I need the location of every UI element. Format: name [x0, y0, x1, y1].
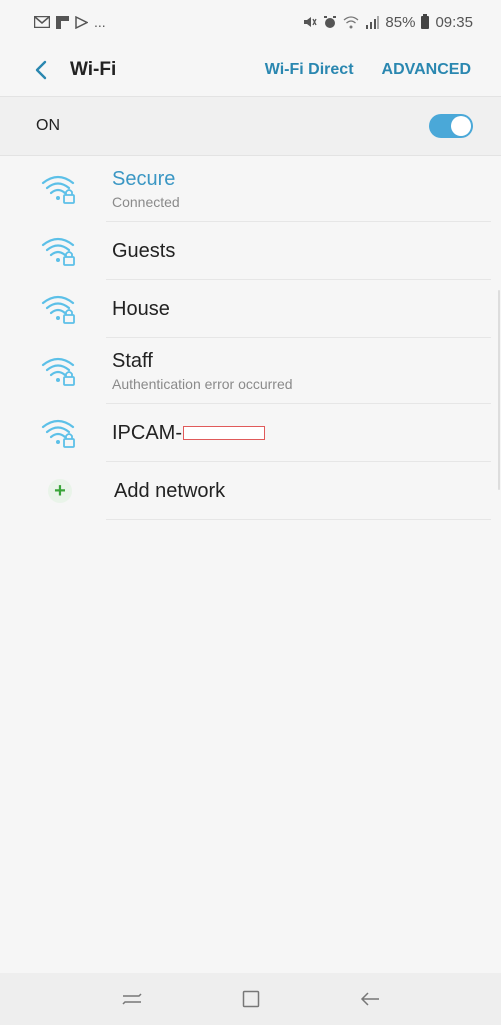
app-actions: Wi-Fi Direct ADVANCED	[265, 61, 501, 79]
signal-icon	[366, 15, 380, 29]
wifi-lock-icon	[40, 173, 80, 205]
battery-percent: 85%	[385, 13, 416, 31]
status-right: 85% 09:35	[303, 13, 473, 31]
mute-icon	[304, 17, 318, 27]
back-nav-button[interactable]	[350, 979, 390, 1019]
add-network-button[interactable]: + Add network	[0, 462, 501, 520]
wifi-toggle[interactable]	[429, 114, 473, 138]
chevron-left-icon	[35, 60, 47, 80]
back-arrow-icon	[360, 992, 379, 1006]
status-bar: ... 85% 09:35	[0, 0, 501, 44]
plus-icon: +	[48, 479, 72, 503]
network-name: Guests	[112, 239, 176, 262]
network-name: IPCAM-	[112, 421, 182, 444]
divider	[106, 519, 491, 520]
wifi-master-switch-row[interactable]: ON	[0, 97, 501, 155]
wifi-lock-icon	[40, 235, 80, 267]
toggle-knob	[451, 116, 471, 136]
advanced-button[interactable]: ADVANCED	[382, 61, 471, 79]
network-item-house[interactable]: House	[0, 280, 501, 338]
play-store-icon	[75, 15, 88, 29]
flipboard-icon	[56, 15, 69, 29]
recent-apps-button[interactable]	[112, 979, 152, 1019]
network-status: Connected	[112, 194, 180, 210]
home-icon	[242, 990, 259, 1008]
network-name: Secure	[112, 168, 176, 190]
recent-apps-icon	[121, 993, 142, 1005]
navigation-bar	[0, 973, 501, 1025]
network-item-staff[interactable]: Staff Authentication error occurred	[0, 338, 501, 404]
app-bar: Wi-Fi Wi-Fi Direct ADVANCED	[0, 44, 501, 96]
add-network-label: Add network	[114, 479, 226, 502]
status-left-icons: ...	[34, 14, 106, 30]
network-list: Secure Connected Guests House Staff Auth…	[0, 156, 501, 520]
page-title: Wi-Fi	[70, 59, 117, 80]
scrollbar[interactable]	[498, 290, 500, 490]
clock: 09:35	[435, 13, 473, 31]
network-name: House	[112, 297, 170, 320]
master-switch-label: ON	[36, 117, 60, 134]
network-status: Authentication error occurred	[112, 376, 293, 392]
battery-icon	[421, 13, 430, 29]
home-button[interactable]	[231, 979, 271, 1019]
wifi-lock-icon	[40, 417, 80, 449]
network-name-row: IPCAM-	[112, 422, 265, 445]
network-item-guests[interactable]: Guests	[0, 222, 501, 280]
wifi-status-icon	[343, 15, 359, 28]
wifi-direct-button[interactable]: Wi-Fi Direct	[265, 61, 354, 79]
wifi-lock-icon	[40, 293, 80, 325]
alarm-icon	[324, 16, 337, 28]
network-item-ipcam[interactable]: IPCAM-	[0, 404, 501, 462]
more-notifications: ...	[94, 14, 106, 30]
mail-icon	[34, 16, 50, 28]
network-name: Staff	[112, 350, 153, 372]
network-item-secure[interactable]: Secure Connected	[0, 156, 501, 222]
back-button[interactable]	[26, 55, 56, 85]
redaction-box	[183, 426, 265, 441]
wifi-lock-icon	[40, 355, 80, 387]
